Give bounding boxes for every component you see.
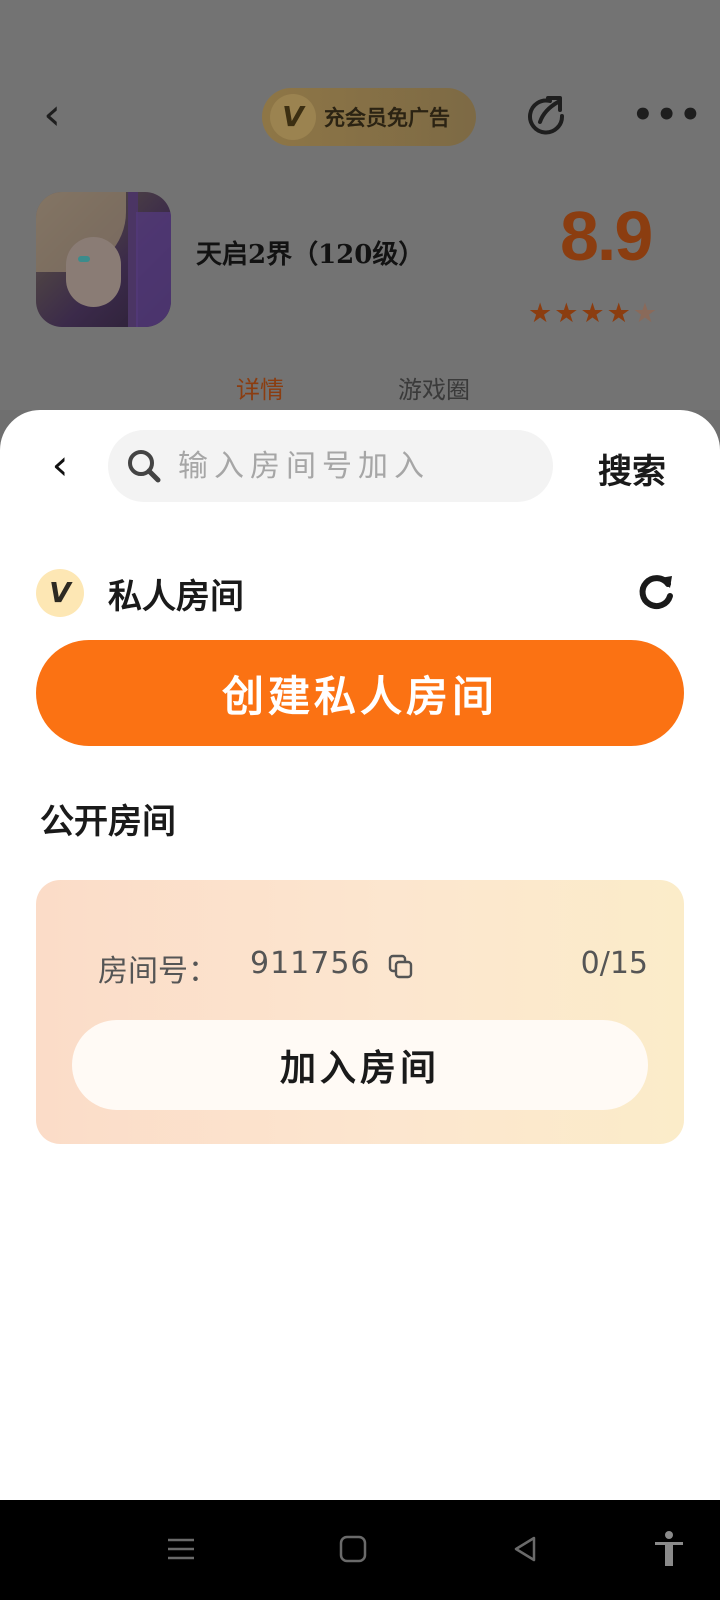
room-id-label: 房间号： xyxy=(98,954,218,989)
vip-promo-label: 充会员免广告 xyxy=(324,106,450,130)
room-search-input[interactable] xyxy=(176,447,540,485)
search-button[interactable]: 搜索 xyxy=(598,444,666,493)
search-bar[interactable] xyxy=(108,430,553,502)
join-room-button[interactable]: 加入房间 xyxy=(72,1020,648,1110)
back-nav-icon[interactable] xyxy=(510,1534,540,1564)
rating-stars: ★★★★★ xyxy=(528,298,659,329)
room-sheet: ‹ 搜索 V 私人房间 创建私人房间 公开房间 房间号： 911756 0/15… xyxy=(0,410,720,1500)
game-cover-image xyxy=(36,192,171,327)
share-icon[interactable] xyxy=(524,94,570,140)
search-icon xyxy=(128,450,161,483)
refresh-icon[interactable] xyxy=(634,570,678,614)
accessibility-icon[interactable] xyxy=(652,1530,686,1568)
private-room-title: 私人房间 xyxy=(108,576,244,617)
rating-score: 8.9 xyxy=(560,197,653,275)
create-private-room-button[interactable]: 创建私人房间 xyxy=(36,640,684,746)
room-id-value: 911756 xyxy=(250,946,371,981)
room-player-count: 0/15 xyxy=(580,946,648,981)
half-star-icon: ★ xyxy=(632,298,660,329)
recent-apps-icon[interactable] xyxy=(166,1534,196,1564)
full-stars-icon: ★★★★ xyxy=(528,298,633,329)
more-options-icon[interactable]: ••• xyxy=(632,98,701,136)
back-arrow-icon[interactable]: ‹ xyxy=(30,90,74,140)
tab-game-circle[interactable]: 游戏圈 xyxy=(398,370,470,405)
home-icon[interactable] xyxy=(338,1534,368,1564)
private-room-header: V 私人房间 xyxy=(36,566,684,620)
sheet-back-icon[interactable]: ‹ xyxy=(38,440,82,490)
copy-icon[interactable] xyxy=(388,954,414,980)
vip-chip-icon: V xyxy=(36,569,84,617)
game-title: 天启2界（120级） xyxy=(196,240,425,270)
vip-promo-button[interactable]: V 充会员免广告 xyxy=(262,88,476,146)
tab-details[interactable]: 详情 xyxy=(236,370,284,405)
system-nav-bar xyxy=(0,1500,720,1600)
game-detail-page: ‹ V 充会员免广告 ••• 天启2界（120级） 8.9 ★★★★★ 详情 游… xyxy=(0,0,720,410)
vip-badge-icon: V xyxy=(270,94,316,140)
room-card: 房间号： 911756 0/15 加入房间 xyxy=(36,880,684,1144)
public-room-title: 公开房间 xyxy=(40,802,176,842)
